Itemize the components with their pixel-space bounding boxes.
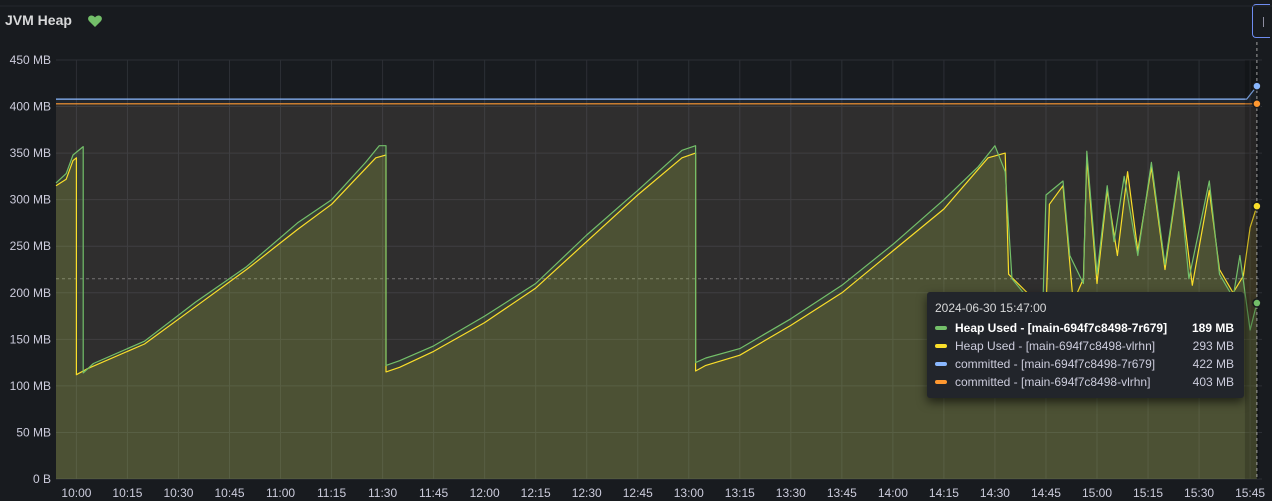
y-tick-label: 400 MB	[10, 100, 51, 114]
hover-point	[1252, 201, 1262, 211]
x-tick-label: 14:00	[878, 486, 908, 500]
tooltip-row: Heap Used - [main-694f7c8498-7r679] 189 …	[935, 319, 1235, 337]
x-tick-label: 13:15	[725, 486, 755, 500]
hover-point	[1252, 99, 1262, 109]
tooltip-series-value: 403 MB	[1192, 375, 1234, 389]
x-tick-label: 13:30	[776, 486, 806, 500]
jvm-heap-chart[interactable]: 0 B 50 MB 100 MB 150 MB 200 MB 250 MB 300 MB 35…	[0, 0, 1272, 501]
x-tick-label: 15:15	[1133, 486, 1163, 500]
x-tick-label: 10:45	[214, 486, 244, 500]
x-tick-label: 15:45	[1235, 486, 1265, 500]
x-tick-label: 12:30	[572, 486, 602, 500]
tooltip-series-name: committed - [main-694f7c8498-7r679]	[955, 357, 1156, 371]
x-tick-label: 12:45	[623, 486, 653, 500]
tooltip-series-name: committed - [main-694f7c8498-vlrhn]	[955, 375, 1151, 389]
x-tick-label: 11:00	[266, 486, 295, 500]
series-swatch	[935, 344, 947, 348]
x-tick-label: 13:45	[827, 486, 857, 500]
y-tick-label: 250 MB	[10, 239, 51, 253]
hover-tooltip: 2024-06-30 15:47:00 Heap Used - [main-69…	[927, 292, 1244, 398]
tooltip-series-value: 422 MB	[1192, 357, 1234, 371]
x-tick-label: 10:30	[163, 486, 193, 500]
x-tick-label: 10:15	[112, 486, 142, 500]
tooltip-row: Heap Used - [main-694f7c8498-vlrhn] 293 …	[935, 337, 1235, 355]
x-tick-label: 12:00	[470, 486, 500, 500]
tooltip-time: 2024-06-30 15:47:00	[935, 301, 1047, 315]
x-tick-label: 10:00	[61, 486, 91, 500]
x-tick-label: 13:00	[674, 486, 704, 500]
series-line	[56, 85, 1258, 100]
x-tick-label: 15:30	[1184, 486, 1214, 500]
y-tick-label: 300 MB	[10, 193, 51, 207]
tooltip-series-name: Heap Used - [main-694f7c8498-7r679]	[955, 321, 1168, 335]
x-tick-label: 14:30	[980, 486, 1010, 500]
x-tick-label: 11:45	[419, 486, 448, 500]
tooltip-series-value: 189 MB	[1191, 321, 1234, 335]
x-axis: 10:00 10:15 10:30 10:45 11:00 11:15 11:30 11:45…	[61, 486, 1265, 500]
y-tick-label: 100 MB	[10, 379, 51, 393]
tooltip-series-value: 293 MB	[1192, 339, 1234, 353]
y-tick-label: 450 MB	[10, 53, 51, 67]
y-tick-label: 200 MB	[10, 286, 51, 300]
x-tick-label: 15:00	[1082, 486, 1112, 500]
series-swatch	[935, 362, 947, 366]
hover-point	[1252, 298, 1262, 308]
y-tick-label: 0 B	[33, 472, 51, 486]
y-tick-label: 150 MB	[10, 332, 51, 346]
y-axis: 0 B 50 MB 100 MB 150 MB 200 MB 250 MB 300 MB 35…	[10, 53, 51, 486]
tooltip-row: committed - [main-694f7c8498-7r679] 422 …	[935, 355, 1235, 373]
hover-crosshair	[1244, 42, 1262, 479]
x-tick-label: 11:30	[368, 486, 397, 500]
tooltip-row: committed - [main-694f7c8498-vlrhn] 403 …	[935, 373, 1235, 391]
y-tick-label: 350 MB	[10, 146, 51, 160]
x-tick-label: 14:15	[929, 486, 959, 500]
x-tick-label: 12:15	[521, 486, 551, 500]
tooltip-series-name: Heap Used - [main-694f7c8498-vlrhn]	[955, 339, 1156, 353]
series-swatch	[935, 380, 947, 384]
x-tick-label: 14:45	[1031, 486, 1061, 500]
hover-point	[1252, 81, 1262, 91]
series-swatch	[935, 326, 947, 330]
x-tick-label: 11:15	[317, 486, 346, 500]
series-areas	[56, 86, 1257, 480]
y-tick-label: 50 MB	[16, 425, 51, 439]
